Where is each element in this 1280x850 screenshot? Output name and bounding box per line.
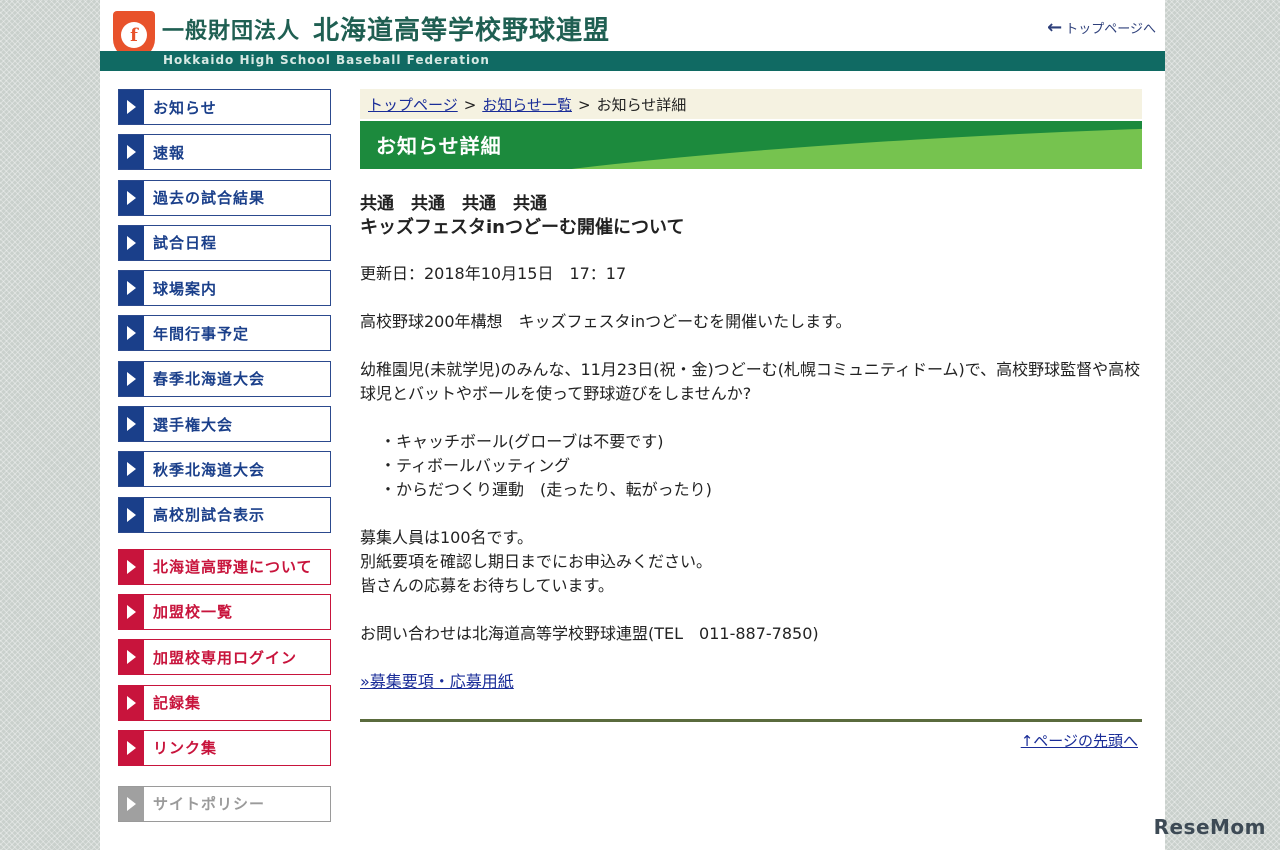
sidebar-item-label: 北海道高野連について (153, 558, 313, 577)
sidebar-item-spring-tournament[interactable]: 春季北海道大会 (118, 360, 331, 397)
sidebar-item-label: 加盟校専用ログイン (153, 648, 298, 667)
chevron-right-icon (119, 180, 144, 215)
top-page-link-label: トップページへ (1065, 22, 1156, 37)
org-type-label: 一般財団法人 (162, 19, 301, 44)
sidebar-item-label: サイトポリシー (153, 795, 266, 814)
page-container: f 一般財団法人 北海道高等学校野球連盟 ← トップページへ Hokkaido … (100, 0, 1165, 850)
logo-letter: f (121, 22, 147, 48)
resemom-watermark: ReseMom (1153, 815, 1266, 839)
list-item: ・ティボールバッティング (380, 456, 571, 475)
breadcrumb-current: お知らせ詳細 (596, 96, 687, 114)
nav-group-secondary: 北海道高野連について 加盟校一覧 加盟校専用ログイン 記録集 リンク集 (118, 548, 331, 766)
sidebar-item-label: 試合日程 (153, 234, 218, 253)
breadcrumb-list-link[interactable]: お知らせ一覧 (482, 96, 572, 114)
sidebar-item-label: 秋季北海道大会 (153, 460, 266, 479)
sidebar-item-member-login[interactable]: 加盟校専用ログイン (118, 639, 331, 676)
sidebar-item-label: 年間行事予定 (153, 324, 250, 343)
breadcrumb: トップページ > お知らせ一覧 > お知らせ詳細 (360, 89, 1142, 119)
header-band: Hokkaido High School Baseball Federation (100, 51, 1165, 71)
chevron-right-icon (119, 361, 144, 396)
sidebar-item-records[interactable]: 記録集 (118, 684, 331, 721)
article-headline: キッズフェスタinつどーむ開催について (360, 217, 685, 238)
sidebar-item-label: リンク集 (153, 739, 218, 758)
sidebar-item-label: 記録集 (153, 694, 202, 713)
breadcrumb-home-link[interactable]: トップページ (368, 96, 458, 114)
sidebar-item-flash-report[interactable]: 速報 (118, 134, 331, 171)
chevron-right-icon (119, 730, 144, 765)
arrow-left-icon: ← (1047, 16, 1063, 38)
nav-group-tertiary: サイトポリシー (118, 785, 331, 822)
sidebar-item-autumn-tournament[interactable]: 秋季北海道大会 (118, 451, 331, 488)
page-title: お知らせ詳細 (376, 134, 502, 158)
chevron-right-icon (119, 225, 144, 260)
application-form-link[interactable]: »募集要項・応募用紙 (360, 672, 514, 691)
list-item: ・キャッチボール(グローブは不要です) (380, 432, 664, 451)
article-body-text: 幼稚園児(未就学児)のみんな、11月23日(祝・金)つどーむ(札幌コミュニティド… (360, 360, 1141, 403)
sidebar-item-label: 高校別試合表示 (153, 506, 266, 525)
page-top-link[interactable]: ↑ページの先頭へ (1021, 732, 1138, 750)
content-divider (360, 719, 1142, 722)
sidebar-item-links[interactable]: リンク集 (118, 729, 331, 766)
activity-list: ・キャッチボール(グローブは不要です) ・ティボールバッティング ・からだつくり… (360, 430, 1142, 502)
sidebar-nav: お知らせ 速報 過去の試合結果 試合日程 球場案内 年間行事予定 春季北海道大会… (118, 89, 331, 831)
chevron-right-icon (119, 452, 144, 487)
sidebar-item-label: 速報 (153, 143, 186, 162)
chevron-right-icon (119, 271, 144, 306)
org-name-title: 北海道高等学校野球連盟 (313, 16, 611, 46)
sidebar-item-about[interactable]: 北海道高野連について (118, 548, 331, 585)
sidebar-item-label: お知らせ (153, 98, 217, 117)
chevron-right-icon (119, 407, 144, 442)
sidebar-item-stadium-guide[interactable]: 球場案内 (118, 270, 331, 307)
sidebar-item-site-policy[interactable]: サイトポリシー (118, 785, 331, 822)
sidebar-item-label: 春季北海道大会 (153, 370, 266, 389)
chevron-right-icon (119, 640, 144, 675)
page-top-container: ↑ページの先頭へ (360, 730, 1142, 751)
sidebar-item-past-results[interactable]: 過去の試合結果 (118, 179, 331, 216)
org-name-english: Hokkaido High School Baseball Federation (163, 53, 490, 67)
article-body: 共通 共通 共通 共通 キッズフェスタinつどーむ開催について 更新日：2018… (360, 169, 1142, 694)
main-content: トップページ > お知らせ一覧 > お知らせ詳細 お知らせ詳細 共通 共通 共通 共通 … (360, 89, 1142, 751)
breadcrumb-separator: > (577, 96, 591, 114)
sidebar-item-member-schools[interactable]: 加盟校一覧 (118, 593, 331, 630)
sidebar-item-results-by-school[interactable]: 高校別試合表示 (118, 496, 331, 533)
sidebar-item-schedule[interactable]: 試合日程 (118, 224, 331, 261)
recruit-line: 別紙要項を確認し期日までにお申込みください。 (360, 552, 713, 571)
site-header: f 一般財団法人 北海道高等学校野球連盟 ← トップページへ Hokkaido … (100, 0, 1165, 71)
sidebar-item-label: 選手権大会 (153, 415, 234, 434)
nav-group-primary: お知らせ 速報 過去の試合結果 試合日程 球場案内 年間行事予定 春季北海道大会… (118, 89, 331, 533)
sidebar-item-label: 加盟校一覧 (153, 603, 234, 622)
chevron-right-icon (119, 316, 144, 351)
sidebar-item-label: 球場案内 (153, 279, 218, 298)
chevron-right-icon (119, 497, 144, 532)
sidebar-item-news[interactable]: お知らせ (118, 89, 331, 125)
recruit-info: 募集人員は100名です。 別紙要項を確認し期日までにお申込みください。 皆さんの… (360, 526, 1142, 598)
chevron-right-icon (119, 135, 144, 170)
recruit-line: 募集人員は100名です。 (360, 528, 533, 547)
chevron-right-icon (119, 786, 144, 821)
breadcrumb-separator: > (463, 96, 477, 114)
chevron-right-icon (119, 685, 144, 720)
top-page-link[interactable]: ← トップページへ (1047, 18, 1156, 37)
chevron-right-icon (119, 594, 144, 629)
page-title-bar: お知らせ詳細 (360, 121, 1142, 169)
sidebar-item-label: 過去の試合結果 (153, 189, 266, 208)
chevron-right-icon (119, 549, 144, 584)
contact-info: お問い合わせは北海道高等学校野球連盟(TEL 011-887-7850) (360, 624, 819, 643)
article-categories: 共通 共通 共通 共通 (360, 194, 547, 214)
recruit-line: 皆さんの応募をお待ちしています。 (360, 576, 614, 595)
chevron-right-icon (119, 90, 144, 124)
article-updated: 更新日：2018年10月15日 17：17 (360, 264, 627, 283)
article-intro: 高校野球200年構想 キッズフェスタinつどーむを開催いたします。 (360, 312, 852, 331)
sidebar-item-annual-events[interactable]: 年間行事予定 (118, 315, 331, 352)
list-item: ・からだつくり運動 (走ったり、転がったり) (380, 480, 712, 499)
sidebar-item-championship[interactable]: 選手権大会 (118, 406, 331, 443)
